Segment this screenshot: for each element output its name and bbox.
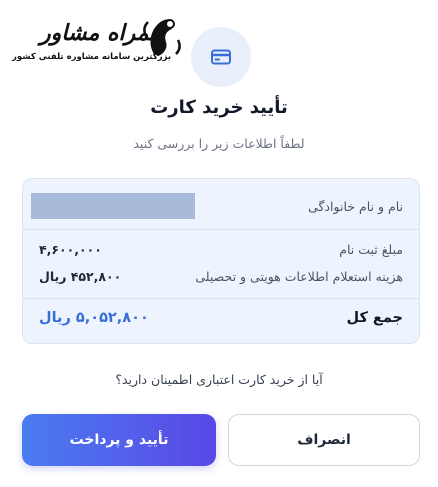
confirm-question: آیا از خرید کارت اعتباری اطمینان دارید؟: [115, 372, 323, 387]
confirm-pay-button[interactable]: تأیید و پرداخت: [22, 414, 216, 466]
total-value: ۵,۰۵۲,۸۰۰ ریال: [39, 310, 149, 326]
registration-fee-value: ۴,۶۰۰,۰۰۰: [39, 241, 102, 257]
inquiry-fee-label: هزینه استعلام اطلاعات هویتی و تحصیلی: [195, 268, 403, 284]
name-label: نام و نام خانوادگی: [308, 198, 403, 214]
purchase-details: نام و نام خانوادگی مبلغ ثبت نام ۴,۶۰۰,۰۰…: [22, 178, 420, 344]
registration-fee-row: مبلغ ثبت نام ۴,۶۰۰,۰۰۰: [23, 237, 419, 261]
inquiry-fee-row: هزینه استعلام اطلاعات هویتی و تحصیلی ۴۵۲…: [23, 264, 419, 288]
credit-card-icon: [211, 49, 231, 65]
total-label: جمع کل: [346, 310, 404, 326]
name-value-redacted: [31, 193, 195, 219]
confirm-purchase-dialog: همراه مشاور بزرگترین سامانه مشاوره تلفنی…: [0, 0, 438, 487]
details-divider: [23, 229, 419, 230]
registration-fee-label: مبلغ ثبت نام: [339, 241, 403, 257]
details-divider: [23, 298, 419, 299]
inquiry-fee-value: ۴۵۲,۸۰۰ ریال: [39, 268, 122, 284]
cancel-button[interactable]: انصراف: [228, 414, 420, 466]
brand-logo: همراه مشاور بزرگترین سامانه مشاوره تلفنی…: [12, 14, 184, 66]
logo-subtitle: بزرگترین سامانه مشاوره تلفنی کشور: [12, 52, 172, 62]
dialog-title: تأیید خرید کارت: [150, 97, 288, 118]
card-icon-badge: [191, 27, 251, 87]
dialog-subtitle: لطفاً اطلاعات زیر را بررسی کنید: [133, 136, 305, 151]
total-row: جمع کل ۵,۰۵۲,۸۰۰ ریال: [23, 306, 419, 330]
